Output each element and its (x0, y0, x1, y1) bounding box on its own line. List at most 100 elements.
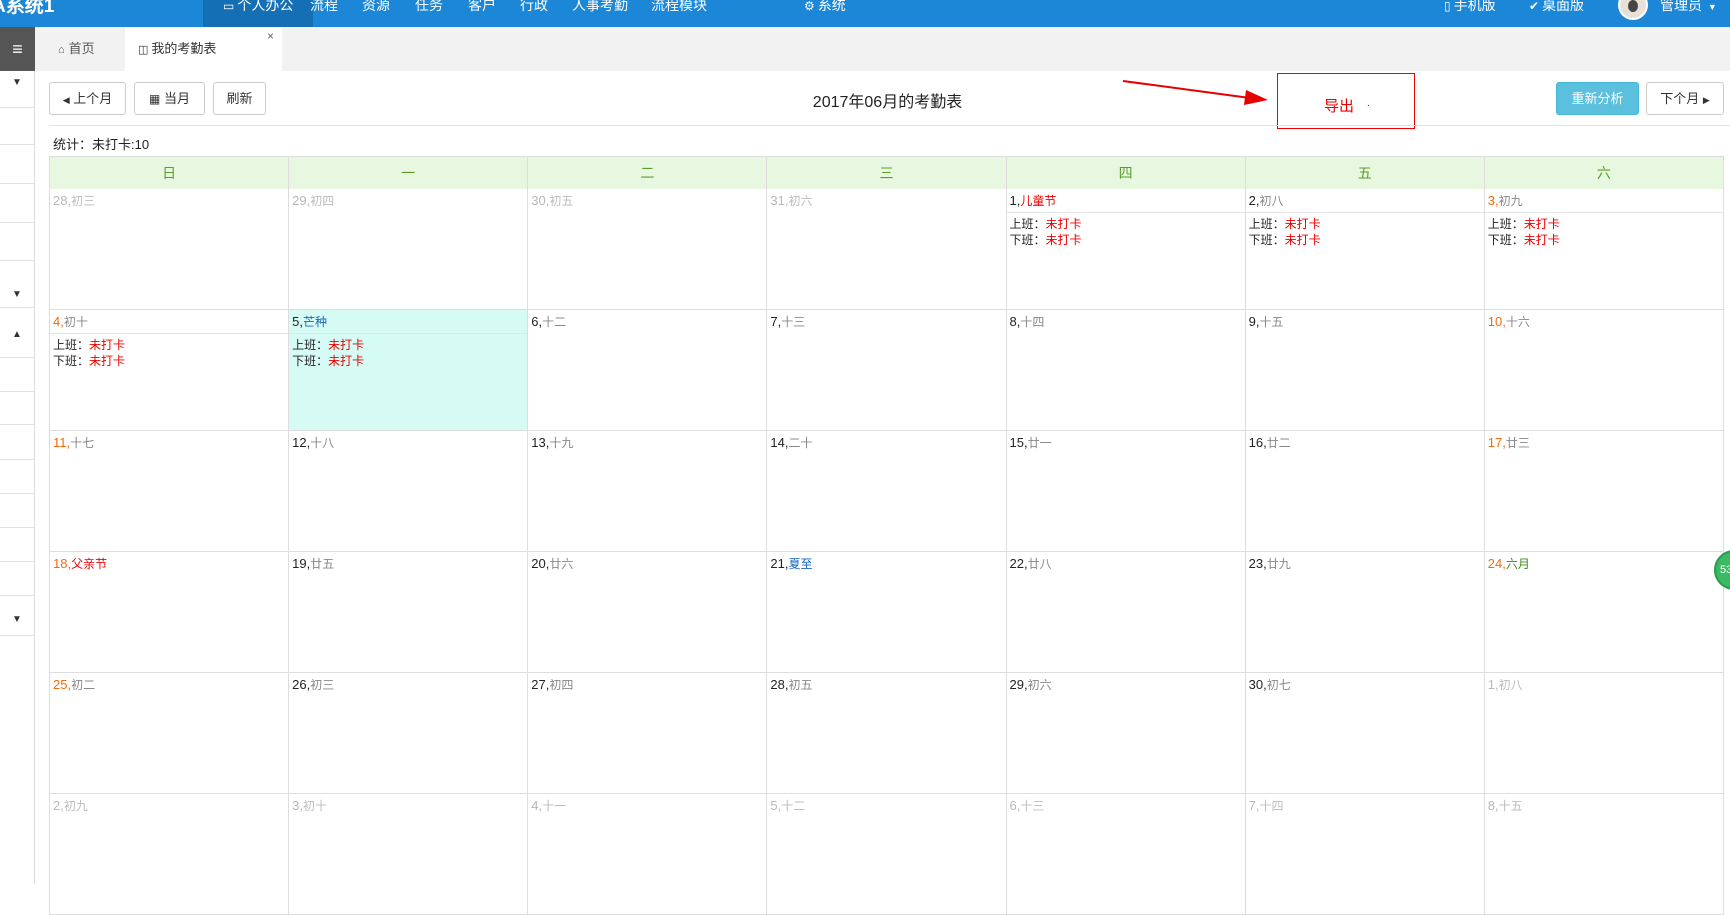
calendar-day-cell[interactable]: 8,十四 (1006, 310, 1246, 431)
current-month-button[interactable]: ▦ 当月 (134, 82, 205, 115)
lunar-date: 廿六 (549, 557, 574, 571)
chevron-up-icon[interactable]: ▲ (12, 329, 22, 340)
calendar-day-cell[interactable]: 28,初三 (50, 189, 290, 310)
calendar-day-cell[interactable]: 21,夏至 (767, 552, 1007, 673)
nav-item-admin[interactable]: 行政 (512, 0, 556, 27)
day-header: 16,廿二 (1249, 435, 1481, 451)
day-header: 3,初九 (1488, 193, 1720, 209)
sidebar-divider (0, 183, 34, 184)
calendar-day-cell[interactable]: 6,十二 (528, 310, 768, 431)
user-menu[interactable]: 管理员 ▼ (1652, 0, 1725, 27)
day-header: 15,廿一 (1010, 435, 1242, 451)
day-header: 26,初三 (292, 677, 524, 693)
nav-desktop-version[interactable]: ✔ 桌面版 (1521, 0, 1592, 27)
calendar-day-cell[interactable]: 3,初九 上班：未打卡 下班：未打卡 (1484, 189, 1724, 310)
nav-item-tasks[interactable]: 任务 (407, 0, 451, 27)
tab-home[interactable]: ⌂ 首页 (35, 27, 120, 71)
calendar-day-cell[interactable]: 1,初八 (1484, 673, 1724, 794)
close-icon[interactable]: × (267, 29, 274, 43)
button-label: 下个月 (1660, 91, 1700, 106)
calendar-day-cell[interactable]: 29,初六 (1006, 673, 1246, 794)
calendar-day-cell[interactable]: 2,初九 (50, 794, 290, 915)
chevron-down-icon[interactable]: ▼ (12, 289, 22, 300)
day-number: 30 (1248, 677, 1264, 692)
nav-item-personal-office[interactable]: ▭ 个人办公 (203, 0, 314, 27)
next-month-button[interactable]: 下个月 ▶ (1646, 82, 1724, 115)
nav-item-system[interactable]: ⚙ 系统 (796, 0, 854, 27)
chevron-down-icon[interactable]: ▼ (12, 614, 22, 625)
day-number: 19 (292, 556, 307, 571)
day-header: 31,初六 (770, 193, 1002, 209)
calendar-day-cell[interactable]: 23,廿九 (1245, 552, 1485, 673)
gear-icon: ⚙ (804, 0, 815, 13)
day-header: 24,六月 (1488, 556, 1720, 572)
calendar-day-cell[interactable]: 12,十八 (289, 431, 529, 552)
calendar-day-cell[interactable]: 22,廿八 (1006, 552, 1246, 673)
nav-item-hr-attendance[interactable]: 人事考勤 (564, 0, 636, 27)
sidebar-divider (0, 459, 34, 460)
nav-label: 系统 (817, 0, 846, 13)
calendar-day-cell[interactable]: 30,初七 (1245, 673, 1485, 794)
calendar-day-cell[interactable]: 29,初四 (289, 189, 529, 310)
calendar-day-cell[interactable]: 13,十九 (528, 431, 768, 552)
day-header: 20,廿六 (531, 556, 763, 572)
calendar-day-cell[interactable]: 17,廿三 (1484, 431, 1724, 552)
calendar-day-cell[interactable]: 16,廿二 (1245, 431, 1485, 552)
calendar-day-cell[interactable]: 25,初二 (50, 673, 290, 794)
lunar-date: 廿五 (310, 557, 335, 571)
calendar-day-cell[interactable]: 18,父亲节 (50, 552, 290, 673)
calendar-day-cell[interactable]: 11,十七 (50, 431, 290, 552)
record-status: 未打卡 (1284, 217, 1321, 231)
calendar-day-cell[interactable]: 4,十一 (528, 794, 768, 915)
reanalyze-button[interactable]: 重新分析 (1556, 82, 1639, 115)
calendar-day-cell[interactable]: 4,初十 上班：未打卡 下班：未打卡 (50, 310, 290, 431)
export-annotation-box[interactable]: 导出 . (1277, 73, 1415, 129)
lunar-date: 初八 (1498, 678, 1523, 692)
calendar-day-cell[interactable]: 10,十六 (1484, 310, 1724, 431)
tab-my-attendance[interactable]: ◫ 我的考勤表 (125, 27, 282, 71)
lunar-date: 初九 (63, 799, 88, 813)
prev-month-button[interactable]: ◀ 上个月 (49, 82, 126, 115)
calendar-day-cell[interactable]: 6,十三 (1006, 794, 1246, 915)
nav-item-customers[interactable]: 客户 (460, 0, 504, 27)
record-label: 上班： (1487, 217, 1524, 231)
calendar-day-cell[interactable]: 7,十三 (767, 310, 1007, 431)
nav-mobile-version[interactable]: ▯ 手机版 (1436, 0, 1504, 27)
calendar-day-cell[interactable]: 20,廿六 (528, 552, 768, 673)
lunar-date: 十七 (70, 436, 95, 450)
calendar-day-cell[interactable]: 28,初五 (767, 673, 1007, 794)
sidebar-divider (0, 357, 34, 358)
lunar-date: 廿九 (1266, 557, 1291, 571)
nav-label: 流程 (310, 0, 338, 13)
chevron-down-icon[interactable]: ▼ (12, 77, 22, 88)
lunar-date: 十五 (1259, 315, 1284, 329)
avatar[interactable] (1618, 0, 1648, 20)
nav-item-resources[interactable]: 资源 (354, 0, 398, 27)
calendar-day-cell[interactable]: 15,廿一 (1006, 431, 1246, 552)
calendar-day-cell[interactable]: 24,六月 (1484, 552, 1724, 673)
calendar-day-cell[interactable]: 3,初十 (289, 794, 529, 915)
lunar-date: 初四 (310, 194, 335, 208)
calendar-day-cell[interactable]: 14,二十 (767, 431, 1007, 552)
lunar-date: 二十 (788, 436, 813, 450)
nav-item-flow-modules[interactable]: 流程模块 (643, 0, 715, 27)
weekday-header-cell: 一 (289, 156, 529, 189)
calendar-day-cell[interactable]: 9,十五 (1245, 310, 1485, 431)
calendar-day-cell[interactable]: 27,初四 (528, 673, 768, 794)
calendar-day-cell[interactable]: 5,十二 (767, 794, 1007, 915)
calendar-day-cell[interactable]: 8,十五 (1484, 794, 1724, 915)
nav-item-workflow[interactable]: 流程 (302, 0, 346, 27)
calendar-week-row: 28,初三 29,初四 30,初五 31,初六 1,儿童节 上班：未打卡 下班：未打卡 2,初… (50, 189, 1724, 310)
calendar-day-cell[interactable]: 26,初三 (289, 673, 529, 794)
day-header: 19,廿五 (292, 556, 524, 572)
day-divider (1245, 212, 1484, 213)
calendar-day-cell[interactable]: 1,儿童节 上班：未打卡 下班：未打卡 (1006, 189, 1246, 310)
menu-toggle-icon[interactable]: ≡ (0, 27, 35, 71)
refresh-button[interactable]: 刷新 (213, 82, 266, 115)
calendar-day-cell[interactable]: 7,十四 (1245, 794, 1485, 915)
calendar-day-cell[interactable]: 19,廿五 (289, 552, 529, 673)
calendar-day-cell[interactable]: 5,芒种 上班：未打卡 下班：未打卡 (289, 310, 529, 431)
calendar-day-cell[interactable]: 31,初六 (767, 189, 1007, 310)
calendar-day-cell[interactable]: 30,初五 (528, 189, 768, 310)
calendar-day-cell[interactable]: 2,初八 上班：未打卡 下班：未打卡 (1245, 189, 1485, 310)
